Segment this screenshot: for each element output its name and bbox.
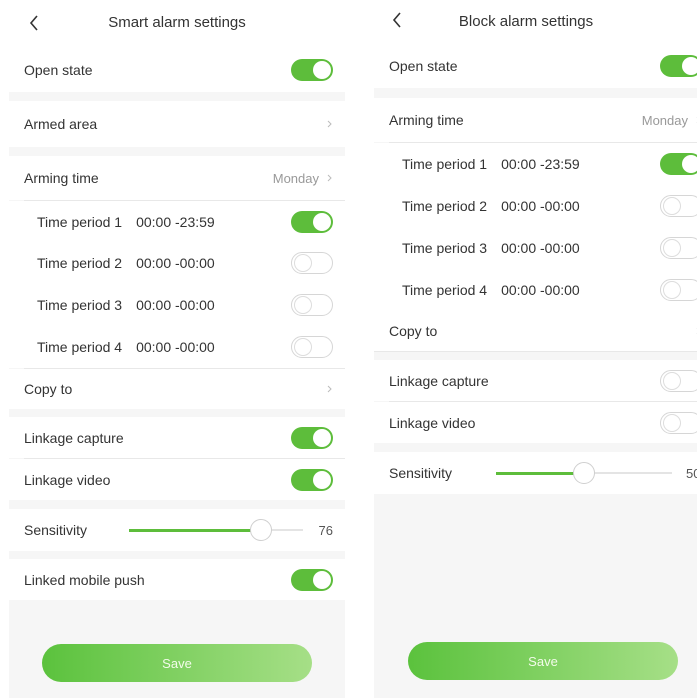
time-period-label: Time period 2 — [37, 255, 123, 271]
linkage-video-label: Linkage video — [389, 414, 476, 431]
time-period-label: Time period 1 — [37, 213, 123, 230]
linkage-capture-row: Linkage capture — [374, 360, 697, 401]
linkage-video-row: Linkage video — [374, 402, 697, 443]
time-period-range[interactable]: 00:00 -00:00 — [136, 297, 215, 313]
time-period-toggle[interactable] — [291, 336, 333, 358]
time-period-toggle[interactable] — [660, 279, 697, 301]
open-state-label: Open state — [24, 62, 93, 78]
header: Block alarm settings — [374, 0, 697, 44]
linkage-video-label: Linkage video — [24, 471, 111, 488]
slider-thumb[interactable] — [573, 462, 595, 484]
time-period-label: Time period 3 — [402, 240, 488, 256]
linked-mobile-push-toggle[interactable] — [291, 568, 333, 591]
time-period-toggle[interactable] — [291, 210, 333, 233]
time-period-row: Time period 2 00:00 -00:00 — [374, 185, 697, 227]
time-period-row: Time period 4 00:00 -00:00 — [374, 269, 697, 311]
time-period-toggle[interactable] — [291, 294, 333, 316]
page-title: Block alarm settings — [458, 13, 594, 30]
linkage-capture-label: Linkage capture — [24, 429, 124, 446]
open-state-row: Open state — [9, 48, 345, 92]
save-button[interactable]: Save — [42, 644, 312, 682]
armed-area-row[interactable]: Armed area — [9, 101, 345, 147]
linkage-capture-toggle[interactable] — [660, 369, 697, 392]
header: Smart alarm settings — [9, 0, 345, 48]
time-period-toggle[interactable] — [291, 252, 333, 274]
arming-time-label: Arming time — [24, 170, 99, 186]
time-period-toggle[interactable] — [660, 153, 697, 175]
copy-to-row[interactable]: Copy to — [9, 369, 345, 409]
save-button[interactable]: Save — [408, 642, 678, 680]
linkage-video-toggle[interactable] — [291, 468, 333, 491]
chevron-right-icon — [325, 119, 333, 129]
time-period-label: Time period 4 — [402, 282, 488, 298]
time-period-toggle[interactable] — [660, 195, 697, 217]
time-period-range[interactable]: 00:00 -00:00 — [136, 255, 215, 271]
time-period-range[interactable]: 00:00 -23:59 — [501, 156, 580, 172]
arming-time-value: Monday — [641, 112, 688, 128]
armed-area-label: Armed area — [24, 116, 98, 132]
sensitivity-slider[interactable] — [496, 462, 672, 484]
linkage-video-toggle[interactable] — [660, 411, 697, 434]
copy-to-row[interactable]: Copy to — [374, 311, 697, 351]
sensitivity-label: Sensitivity — [24, 522, 88, 538]
block-alarm-settings-screen: Block alarm settings Open state Arming t… — [374, 0, 697, 698]
open-state-label: Open state — [389, 58, 458, 74]
time-period-label: Time period 4 — [37, 339, 123, 355]
time-period-row: Time period 1 00:00 -23:59 — [9, 201, 345, 242]
sensitivity-row: Sensitivity 50 — [374, 452, 697, 494]
page-title: Smart alarm settings — [108, 14, 246, 31]
time-period-label: Time period 3 — [37, 297, 123, 313]
time-period-toggle[interactable] — [660, 237, 697, 259]
time-period-range[interactable]: 00:00 -00:00 — [136, 339, 215, 355]
linkage-capture-row: Linkage capture — [9, 417, 345, 458]
time-period-row: Time period 2 00:00 -00:00 — [9, 242, 345, 284]
sensitivity-value: 76 — [318, 522, 333, 538]
linked-mobile-push-row: Linked mobile push — [9, 559, 345, 600]
arming-time-value: Monday — [272, 170, 319, 186]
chevron-right-icon — [325, 173, 333, 183]
copy-to-label: Copy to — [389, 323, 438, 339]
sensitivity-slider[interactable] — [128, 519, 303, 541]
time-period-range[interactable]: 00:00 -23:59 — [136, 214, 215, 230]
sensitivity-row: Sensitivity 76 — [9, 509, 345, 551]
linkage-capture-label: Linkage capture — [389, 372, 489, 389]
open-state-toggle[interactable] — [291, 59, 333, 81]
time-period-row: Time period 3 00:00 -00:00 — [9, 284, 345, 326]
arming-time-row[interactable]: Arming time Monday — [9, 156, 345, 200]
smart-alarm-settings-screen: Smart alarm settings Open state Armed ar… — [9, 0, 345, 698]
sensitivity-label: Sensitivity — [389, 465, 453, 481]
sensitivity-value: 50 — [686, 465, 697, 481]
chevron-right-icon — [325, 384, 333, 394]
time-period-row: Time period 1 00:00 -23:59 — [374, 143, 697, 185]
time-period-row: Time period 4 00:00 -00:00 — [9, 326, 345, 368]
copy-to-label: Copy to — [24, 381, 73, 397]
linkage-capture-toggle[interactable] — [291, 426, 333, 449]
linked-mobile-push-label: Linked mobile push — [24, 571, 145, 588]
time-period-range[interactable]: 00:00 -00:00 — [501, 240, 580, 256]
slider-thumb[interactable] — [249, 519, 272, 541]
time-period-row: Time period 3 00:00 -00:00 — [374, 227, 697, 269]
time-period-label: Time period 1 — [402, 156, 488, 172]
time-period-label: Time period 2 — [402, 198, 488, 214]
time-period-range[interactable]: 00:00 -00:00 — [501, 282, 580, 298]
time-period-range[interactable]: 00:00 -00:00 — [501, 198, 580, 214]
linkage-video-row: Linkage video — [9, 459, 345, 500]
open-state-toggle[interactable] — [660, 55, 697, 77]
arming-time-row[interactable]: Arming time Monday — [374, 98, 697, 142]
arming-time-label: Arming time — [389, 112, 464, 128]
open-state-row: Open state — [374, 44, 697, 88]
